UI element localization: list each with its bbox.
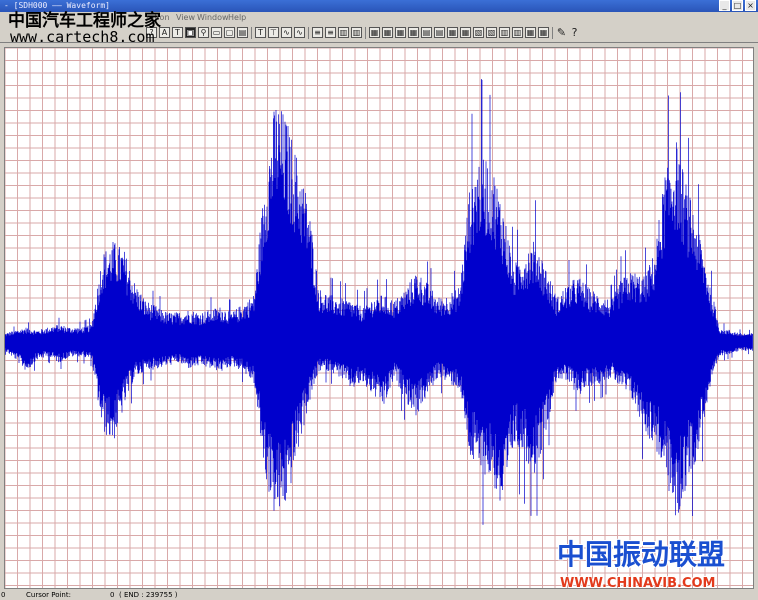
- toolbar-button-19[interactable]: ▦: [395, 27, 406, 38]
- toolbar-button-3[interactable]: T: [172, 27, 183, 38]
- waveform-plot[interactable]: [4, 47, 754, 589]
- watermark-bottom-url: WWW.CHINAVIB.COM: [560, 576, 716, 591]
- toolbar-button-20[interactable]: ▦: [408, 27, 419, 38]
- menu-help[interactable]: Help: [228, 12, 246, 24]
- toolbar-button-11[interactable]: ∿: [281, 27, 292, 38]
- toolbar-separator: [365, 27, 366, 39]
- toolbar-button-12[interactable]: ∿: [294, 27, 305, 38]
- toolbar-button-4[interactable]: ▣: [185, 27, 196, 38]
- toolbar-button-9[interactable]: T: [255, 27, 266, 38]
- toolbar-button-16[interactable]: ▥: [351, 27, 362, 38]
- toolbar-button-27[interactable]: ▥: [499, 27, 510, 38]
- toolbar-button-18[interactable]: ▦: [382, 27, 393, 38]
- toolbar-button-21[interactable]: ▤: [421, 27, 432, 38]
- toolbar-button-8[interactable]: ▤: [237, 27, 248, 38]
- toolbar-button-10[interactable]: ⊤: [268, 27, 279, 38]
- toolbar-button-26[interactable]: ▧: [486, 27, 497, 38]
- toolbar-button-22[interactable]: ▤: [434, 27, 445, 38]
- toolbar-button-13[interactable]: ≡: [312, 27, 323, 38]
- cursor-point-label: Cursor Point:: [26, 591, 71, 599]
- toolbar-button-15[interactable]: ▥: [338, 27, 349, 38]
- toolbar-separator: [308, 27, 309, 39]
- maximize-button[interactable]: □: [732, 0, 743, 11]
- status-left-value: 0: [1, 591, 6, 599]
- toolbar-button-14[interactable]: ≡: [325, 27, 336, 38]
- toolbar-button-17[interactable]: ▦: [369, 27, 380, 38]
- menu-view[interactable]: View: [176, 12, 195, 24]
- toolbar-button-29[interactable]: ▦: [525, 27, 536, 38]
- minimize-button[interactable]: _: [719, 0, 730, 11]
- watermark-bottom-cn: 中国振动联盟: [557, 538, 726, 571]
- toolbar-separator: [251, 27, 252, 39]
- toolbar-button-5[interactable]: ⚲: [198, 27, 209, 38]
- menu-window[interactable]: Window: [197, 12, 229, 24]
- cursor-point-value: 0: [110, 591, 115, 599]
- toolbar-button-25[interactable]: ▧: [473, 27, 484, 38]
- toolbar-separator: [552, 27, 553, 39]
- end-sample-count: ( END : 239755 ): [119, 591, 178, 599]
- watermark-top-url: www.cartech8.com: [10, 28, 155, 46]
- toolbar-button-6[interactable]: ▭: [211, 27, 222, 38]
- toolbar-button-32[interactable]: ?: [569, 27, 580, 38]
- toolbar-button-31[interactable]: ✎: [556, 27, 567, 38]
- status-bar: 0 Cursor Point: 0 ( END : 239755 ): [0, 590, 758, 600]
- close-button[interactable]: ×: [745, 0, 756, 11]
- waveform-chart: [5, 48, 753, 588]
- toolbar-button-7[interactable]: ▢: [224, 27, 235, 38]
- toolbar-button-23[interactable]: ▦: [447, 27, 458, 38]
- toolbar-button-30[interactable]: ▦: [538, 27, 549, 38]
- window-controls: _ □ ×: [719, 0, 756, 11]
- toolbar-button-24[interactable]: ▦: [460, 27, 471, 38]
- toolbar-button-28[interactable]: ▥: [512, 27, 523, 38]
